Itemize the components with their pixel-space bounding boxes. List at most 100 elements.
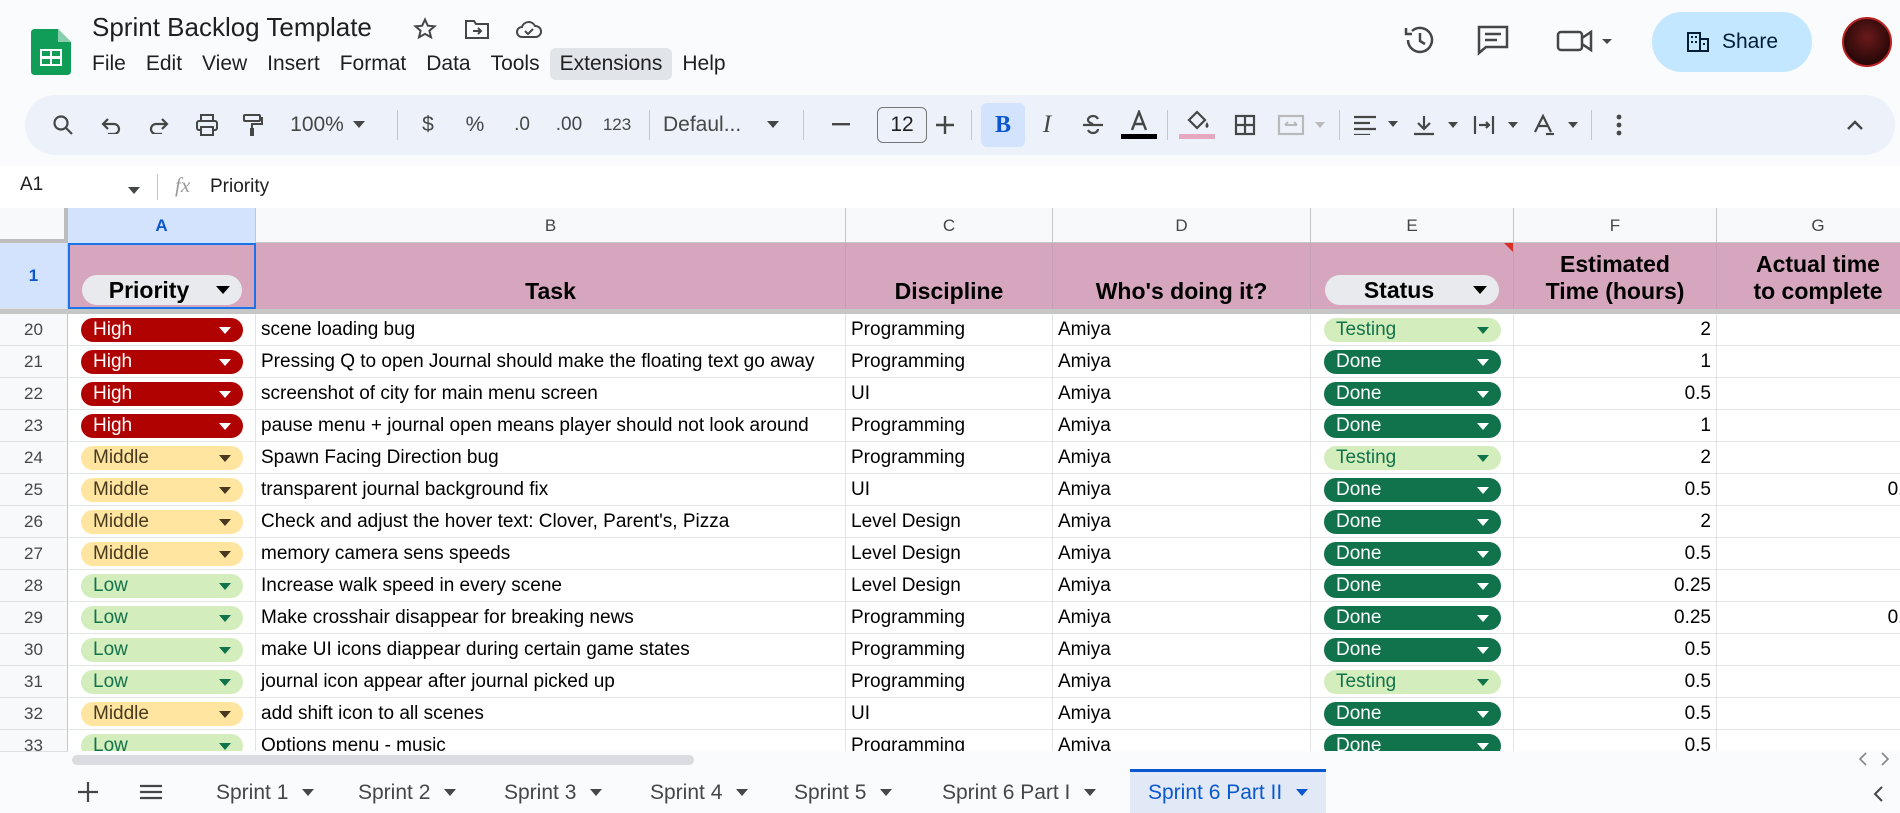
status-chip[interactable]: Done xyxy=(1324,638,1501,662)
cell-priority[interactable]: Middle xyxy=(68,474,256,505)
cell-task[interactable]: transparent journal background fix xyxy=(256,474,846,505)
cell-est[interactable]: 1 xyxy=(1514,346,1717,377)
status-chip[interactable]: Done xyxy=(1324,382,1501,406)
priority-chip[interactable]: Low xyxy=(81,638,243,662)
priority-chip[interactable]: Low xyxy=(81,574,243,598)
cell-actual[interactable] xyxy=(1717,506,1900,537)
horizontal-align-icon[interactable] xyxy=(1349,95,1405,155)
cell-who[interactable]: Amiya xyxy=(1053,442,1311,473)
cell-actual[interactable] xyxy=(1717,346,1900,377)
cell-discipline[interactable]: UI xyxy=(846,378,1053,409)
priority-chip[interactable]: Middle xyxy=(81,510,243,534)
text-color-icon[interactable] xyxy=(1119,95,1159,155)
status-chip[interactable]: Testing xyxy=(1324,318,1501,342)
cell-priority[interactable]: Low xyxy=(68,570,256,601)
cell-task[interactable]: memory camera sens speeds xyxy=(256,538,846,569)
cell-discipline[interactable]: Level Design xyxy=(846,538,1053,569)
font-family-select[interactable]: Defaul... xyxy=(663,95,763,155)
name-box[interactable]: A1 xyxy=(20,174,43,196)
cell-task[interactable]: scene loading bug xyxy=(256,314,846,345)
column-header-f[interactable]: F xyxy=(1514,208,1717,243)
cell-est[interactable]: 0.5 xyxy=(1514,634,1717,665)
row-header-26[interactable]: 26 xyxy=(0,506,68,538)
cell-status[interactable]: Done xyxy=(1311,634,1514,665)
priority-chip[interactable]: High xyxy=(81,318,243,342)
cell-who[interactable]: Amiya xyxy=(1053,730,1311,751)
increase-font-size-icon[interactable] xyxy=(927,95,963,155)
cell-est[interactable]: 1 xyxy=(1514,410,1717,441)
cell-who[interactable]: Amiya xyxy=(1053,538,1311,569)
priority-chip[interactable]: High xyxy=(81,350,243,374)
cell-status[interactable]: Testing xyxy=(1311,666,1514,697)
priority-chip[interactable]: Middle xyxy=(81,542,243,566)
sheet-tab-7[interactable]: Sprint 6 Part II xyxy=(1130,769,1327,813)
cell-status[interactable]: Done xyxy=(1311,602,1514,633)
zoom-value[interactable]: 100% xyxy=(287,95,347,155)
cell-status[interactable]: Done xyxy=(1311,474,1514,505)
cell-task[interactable]: screenshot of city for main menu screen xyxy=(256,378,846,409)
sheet-tab-5[interactable]: Sprint 5 xyxy=(776,772,910,813)
sheet-tab-3[interactable]: Sprint 3 xyxy=(486,772,620,813)
chevron-down-icon[interactable] xyxy=(302,789,315,796)
column-header-e[interactable]: E xyxy=(1311,208,1514,243)
cell-discipline[interactable]: Programming xyxy=(846,410,1053,441)
cell-who[interactable]: Amiya xyxy=(1053,378,1311,409)
cell-priority[interactable]: High xyxy=(68,378,256,409)
cell-status[interactable]: Done xyxy=(1311,570,1514,601)
menu-help[interactable]: Help xyxy=(672,48,735,80)
chevron-down-icon[interactable] xyxy=(736,789,749,796)
cell-actual[interactable]: 0 xyxy=(1717,698,1900,729)
cell-task[interactable]: add shift icon to all scenes xyxy=(256,698,846,729)
cell-actual[interactable] xyxy=(1717,538,1900,569)
cell-who[interactable]: Amiya xyxy=(1053,346,1311,377)
menu-data[interactable]: Data xyxy=(416,48,480,80)
borders-icon[interactable] xyxy=(1227,95,1263,155)
cell-discipline[interactable]: Programming xyxy=(846,730,1053,751)
row-header-20[interactable]: 20 xyxy=(0,314,68,346)
cell-status[interactable]: Done xyxy=(1311,538,1514,569)
row-header-25[interactable]: 25 xyxy=(0,474,68,506)
zoom-dropdown-icon[interactable] xyxy=(347,95,371,155)
cell-task[interactable]: pause menu + journal open means player s… xyxy=(256,410,846,441)
cell-task[interactable]: Check and adjust the hover text: Clover,… xyxy=(256,506,846,537)
cell-discipline[interactable]: Programming xyxy=(846,602,1053,633)
redo-icon[interactable] xyxy=(141,95,177,155)
status-chip[interactable]: Done xyxy=(1324,606,1501,630)
row-header-24[interactable]: 24 xyxy=(0,442,68,474)
cell-who[interactable]: Amiya xyxy=(1053,506,1311,537)
cell-status[interactable]: Done xyxy=(1311,346,1514,377)
scroll-left-icon[interactable] xyxy=(1858,752,1868,771)
bold-button[interactable]: B xyxy=(981,103,1025,147)
menu-file[interactable]: File xyxy=(82,48,136,80)
font-size-input[interactable]: 12 xyxy=(877,107,927,143)
cell-est[interactable]: 2 xyxy=(1514,314,1717,345)
cell-actual[interactable]: 0.2 xyxy=(1717,474,1900,505)
cell-who[interactable]: Amiya xyxy=(1053,410,1311,441)
cell-priority[interactable]: High xyxy=(68,314,256,345)
menu-view[interactable]: View xyxy=(192,48,257,80)
percent-format-button[interactable]: % xyxy=(457,95,493,155)
status-chip[interactable]: Done xyxy=(1324,702,1501,726)
header-status-cell[interactable]: Status xyxy=(1311,243,1514,309)
status-chip[interactable]: Done xyxy=(1324,574,1501,598)
cell-est[interactable]: 0.5 xyxy=(1514,378,1717,409)
status-chip[interactable]: Done xyxy=(1324,510,1501,534)
star-icon[interactable] xyxy=(408,14,442,44)
cell-status[interactable]: Done xyxy=(1311,730,1514,751)
status-chip[interactable]: Testing xyxy=(1324,446,1501,470)
cell-task[interactable]: journal icon appear after journal picked… xyxy=(256,666,846,697)
cell-status[interactable]: Done xyxy=(1311,698,1514,729)
row-header-22[interactable]: 22 xyxy=(0,378,68,410)
cell-actual[interactable] xyxy=(1717,442,1900,473)
cell-priority[interactable]: Middle xyxy=(68,442,256,473)
more-options-icon[interactable] xyxy=(1601,95,1637,155)
cell-actual[interactable] xyxy=(1717,410,1900,441)
column-header-g[interactable]: G xyxy=(1717,208,1900,243)
cell-actual[interactable]: 0 xyxy=(1717,570,1900,601)
column-header-c[interactable]: C xyxy=(846,208,1053,243)
chevron-down-icon[interactable] xyxy=(880,789,893,796)
name-box-dropdown-icon[interactable] xyxy=(128,182,140,200)
meet-video-icon[interactable] xyxy=(1556,26,1616,56)
merge-cells-icon[interactable] xyxy=(1273,95,1333,155)
cell-who[interactable]: Amiya xyxy=(1053,634,1311,665)
